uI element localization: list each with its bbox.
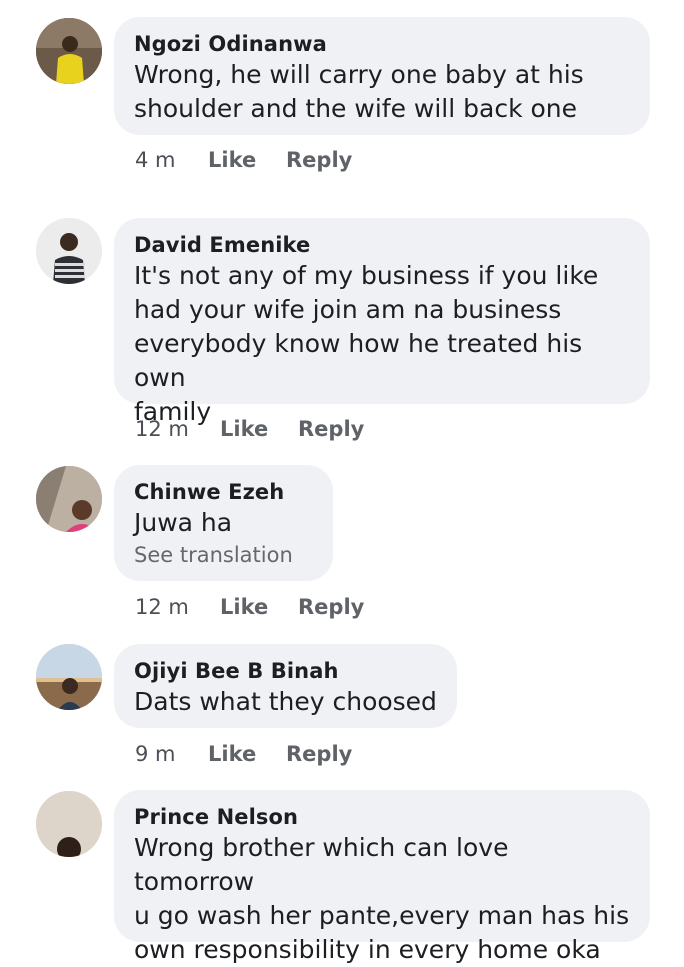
avatar[interactable]: [36, 466, 102, 532]
avatar[interactable]: [36, 791, 102, 857]
comment-bubble: Ojiyi Bee B Binah Dats what they choosed: [114, 644, 457, 728]
comment-text: Juwa ha: [134, 508, 233, 537]
reply-button[interactable]: Reply: [286, 148, 352, 172]
comment-timestamp: 4 m: [135, 148, 176, 172]
avatar[interactable]: [36, 218, 102, 284]
comment-bubble: Prince Nelson Wrong brother which can lo…: [114, 790, 650, 964]
commenter-name[interactable]: Prince Nelson: [134, 803, 630, 831]
commenter-name[interactable]: Ojiyi Bee B Binah: [134, 657, 437, 685]
comment-bubble: David Emenike It's not any of my busines…: [114, 218, 650, 426]
comment-bubble: Ngozi Odinanwa Wrong, he will carry one …: [114, 17, 650, 135]
like-button[interactable]: Like: [220, 595, 268, 619]
comment-text: Dats what they choosed: [134, 687, 437, 716]
avatar[interactable]: [36, 18, 102, 84]
like-button[interactable]: Like: [208, 148, 256, 172]
reply-button[interactable]: Reply: [298, 595, 364, 619]
avatar[interactable]: [36, 644, 102, 710]
commenter-name[interactable]: David Emenike: [134, 231, 630, 259]
comment-timestamp: 12 m: [135, 417, 189, 441]
comment-text: It's not any of my business if you like …: [134, 261, 599, 426]
comment-text: Wrong, he will carry one baby at his sho…: [134, 60, 584, 123]
like-button[interactable]: Like: [220, 417, 268, 441]
reply-button[interactable]: Reply: [286, 742, 352, 766]
comment-timestamp: 9 m: [135, 742, 176, 766]
commenter-name[interactable]: Chinwe Ezeh: [134, 478, 313, 506]
reply-button[interactable]: Reply: [298, 417, 364, 441]
comment-bubble: Chinwe Ezeh Juwa ha See translation: [114, 465, 333, 581]
like-button[interactable]: Like: [208, 742, 256, 766]
comment-timestamp: 12 m: [135, 595, 189, 619]
see-translation-link[interactable]: See translation: [134, 540, 313, 570]
commenter-name[interactable]: Ngozi Odinanwa: [134, 30, 630, 58]
